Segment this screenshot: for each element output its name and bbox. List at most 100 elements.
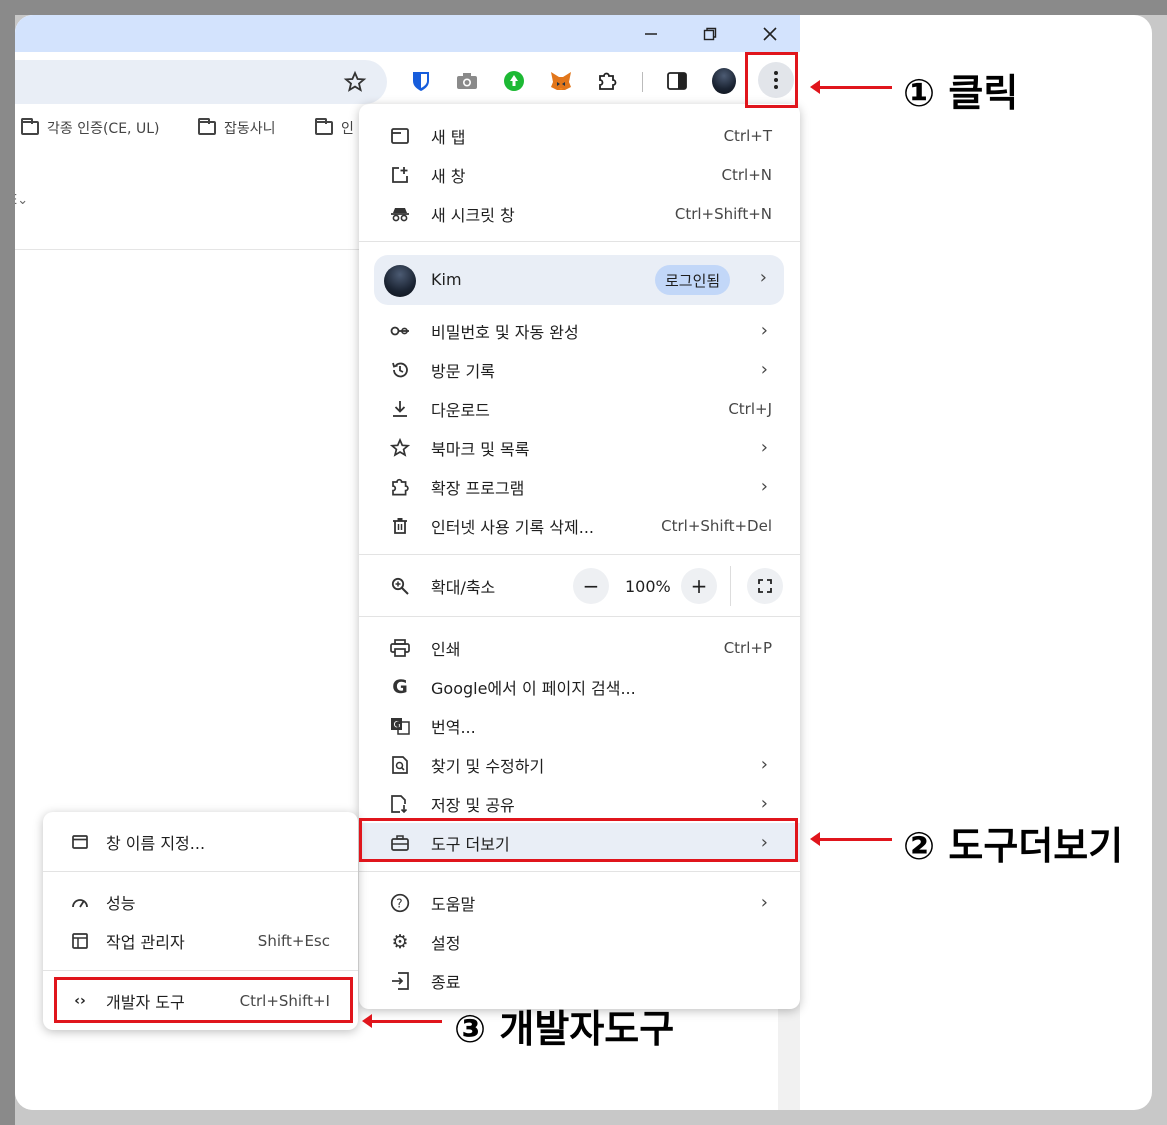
folder-icon bbox=[198, 118, 216, 135]
zoom-divider bbox=[730, 566, 731, 606]
svg-text:?: ? bbox=[396, 896, 402, 910]
zoom-in-button[interactable]: + bbox=[681, 568, 717, 604]
star-icon bbox=[389, 437, 411, 459]
fullscreen-button[interactable] bbox=[747, 568, 783, 604]
incognito-icon bbox=[389, 203, 411, 225]
menu-label: 찾기 및 수정하기 bbox=[431, 756, 545, 776]
menu-label: 북마크 및 목록 bbox=[431, 439, 530, 459]
restore-button[interactable] bbox=[682, 15, 738, 52]
menu-item-passwords[interactable]: 비밀번호 및 자동 완성 › bbox=[359, 311, 800, 350]
menu-label: 창 이름 지정... bbox=[106, 834, 206, 853]
new-window-icon bbox=[389, 164, 411, 186]
menu-label: 확장 프로그램 bbox=[431, 478, 525, 498]
submenu-item-task-manager[interactable]: 작업 관리자 Shift+Esc bbox=[43, 922, 358, 960]
folder-icon bbox=[21, 118, 39, 135]
chevron-right-icon: › bbox=[760, 359, 768, 380]
extensions-puzzle-icon[interactable] bbox=[595, 69, 619, 93]
menu-label: 확대/축소 bbox=[431, 578, 496, 597]
menu-label: 도움말 bbox=[431, 894, 476, 914]
menu-label: 새 시크릿 창 bbox=[431, 205, 515, 225]
speedometer-icon bbox=[69, 891, 91, 913]
zoom-out-button[interactable]: − bbox=[573, 568, 609, 604]
title-bar bbox=[15, 15, 800, 52]
history-icon bbox=[389, 359, 411, 381]
metamask-fox-icon[interactable] bbox=[549, 69, 573, 93]
menu-label: 설정 bbox=[431, 933, 461, 953]
menu-label: 종료 bbox=[431, 972, 461, 992]
menu-item-settings[interactable]: ⚙ 설정 bbox=[359, 922, 800, 961]
toolbar bbox=[15, 52, 800, 110]
menu-divider bbox=[359, 616, 800, 617]
menu-item-print[interactable]: 인쇄 Ctrl+P bbox=[359, 628, 800, 667]
menu-shortcut: Ctrl+J bbox=[728, 399, 772, 418]
menu-item-google-search[interactable]: G Google에서 이 페이지 검색... bbox=[359, 667, 800, 706]
help-icon: ? bbox=[389, 892, 411, 914]
menu-label: 번역... bbox=[431, 717, 476, 737]
highlight-devtools bbox=[54, 977, 353, 1023]
submenu-item-performance[interactable]: 성능 bbox=[43, 883, 358, 921]
menu-divider bbox=[43, 970, 358, 971]
trash-icon bbox=[389, 515, 411, 537]
minimize-icon bbox=[645, 32, 657, 35]
highlight-more-tools bbox=[359, 818, 798, 862]
menu-item-bookmarks[interactable]: 북마크 및 목록 › bbox=[359, 428, 800, 467]
bookmark-folder[interactable]: 인 bbox=[315, 118, 354, 138]
menu-label: 인쇄 bbox=[431, 639, 461, 659]
menu-label: 새 탭 bbox=[431, 127, 466, 147]
menu-label: 방문 기록 bbox=[431, 361, 495, 381]
submenu-item-name-window[interactable]: 창 이름 지정... bbox=[43, 823, 358, 861]
chevron-right-icon: › bbox=[760, 754, 768, 775]
menu-item-new-tab[interactable]: 새 탭 Ctrl+T bbox=[359, 116, 800, 155]
backdrop-top bbox=[0, 0, 1167, 15]
menu-label: Google에서 이 페이지 검색... bbox=[431, 678, 636, 698]
bookmark-folder-label: 잡동사니 bbox=[224, 121, 276, 137]
green-extension-icon[interactable] bbox=[502, 69, 526, 93]
menu-item-translate[interactable]: G 번역... bbox=[359, 706, 800, 745]
side-panel-icon[interactable] bbox=[665, 69, 689, 93]
menu-divider bbox=[43, 871, 358, 872]
close-window-button[interactable] bbox=[742, 15, 798, 52]
callout-step-2: ② 도구더보기 bbox=[903, 824, 1124, 868]
chevron-right-icon: › bbox=[760, 793, 768, 814]
zoom-icon bbox=[389, 575, 411, 597]
camera-icon[interactable] bbox=[455, 69, 479, 93]
folder-icon bbox=[315, 118, 333, 135]
exit-icon bbox=[389, 970, 411, 992]
backdrop-left bbox=[0, 0, 15, 1125]
arrow-left-icon bbox=[810, 832, 892, 846]
arrow-left-icon bbox=[810, 80, 892, 94]
callout-step-1: ① 클릭 bbox=[903, 71, 1019, 115]
bookmark-folder-label: 각종 인증(CE, UL) bbox=[47, 121, 160, 137]
profile-row[interactable]: Kim 로그인됨 › bbox=[374, 255, 784, 305]
menu-label: 비밀번호 및 자동 완성 bbox=[431, 322, 579, 342]
menu-item-incognito[interactable]: 새 시크릿 창 Ctrl+Shift+N bbox=[359, 194, 800, 233]
menu-item-clear-data[interactable]: 인터넷 사용 기록 삭제... Ctrl+Shift+Del bbox=[359, 506, 800, 545]
restore-icon bbox=[703, 27, 717, 40]
download-icon bbox=[389, 398, 411, 420]
menu-label: 작업 관리자 bbox=[106, 933, 185, 952]
menu-shortcut: Ctrl+N bbox=[721, 165, 772, 184]
bitwarden-shield-icon[interactable] bbox=[409, 69, 433, 93]
google-g-icon: G bbox=[392, 675, 408, 698]
arrow-left-icon bbox=[362, 1014, 442, 1028]
menu-shortcut: Ctrl+P bbox=[723, 638, 772, 657]
menu-item-help[interactable]: ? 도움말 › bbox=[359, 883, 800, 922]
bookmark-folder[interactable]: 잡동사니 bbox=[198, 118, 276, 138]
printer-icon bbox=[389, 637, 411, 659]
profile-avatar[interactable] bbox=[712, 68, 736, 94]
key-icon bbox=[389, 320, 411, 342]
chevron-right-icon: › bbox=[759, 267, 767, 288]
minimize-button[interactable] bbox=[623, 15, 679, 52]
menu-item-downloads[interactable]: 다운로드 Ctrl+J bbox=[359, 389, 800, 428]
menu-item-extensions[interactable]: 확장 프로그램 › bbox=[359, 467, 800, 506]
menu-item-exit[interactable]: 종료 bbox=[359, 961, 800, 1000]
zoom-level: 100% bbox=[625, 577, 671, 596]
bookmark-star-icon[interactable] bbox=[343, 70, 367, 94]
menu-item-find-edit[interactable]: 찾기 및 수정하기 › bbox=[359, 745, 800, 784]
menu-item-history[interactable]: 방문 기록 › bbox=[359, 350, 800, 389]
page-divider bbox=[15, 249, 375, 250]
address-bar[interactable] bbox=[15, 60, 387, 104]
menu-item-new-window[interactable]: 새 창 Ctrl+N bbox=[359, 155, 800, 194]
chevron-right-icon: › bbox=[760, 437, 768, 458]
bookmark-folder[interactable]: 각종 인증(CE, UL) bbox=[21, 118, 159, 138]
